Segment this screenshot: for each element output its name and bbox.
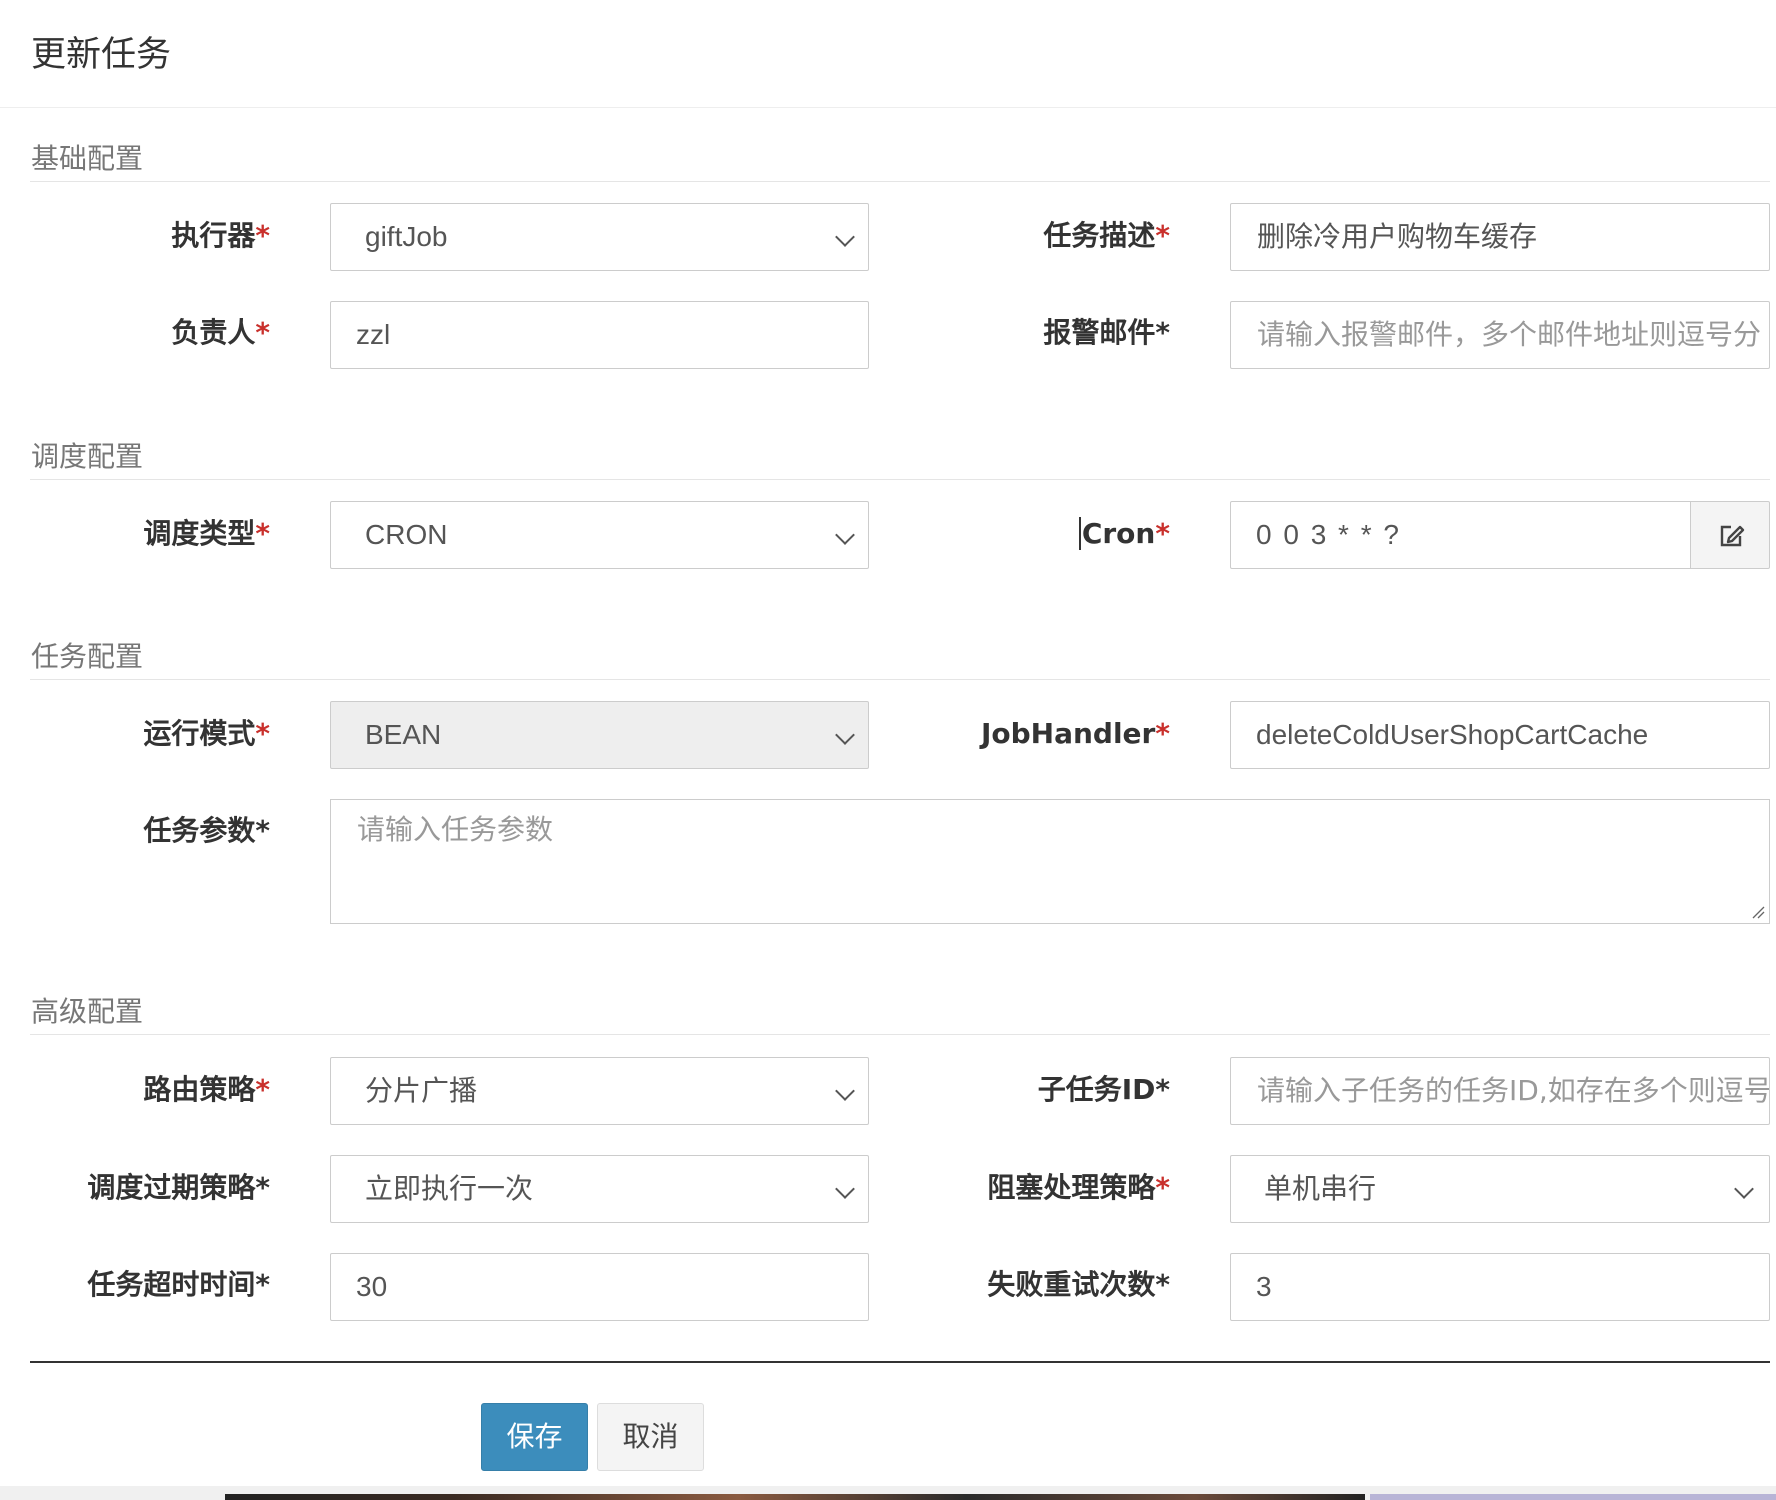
job-handler-value: deleteColdUserShopCartCache <box>1256 719 1649 750</box>
chevron-down-icon <box>835 725 855 745</box>
executor-select[interactable]: giftJob <box>330 203 869 271</box>
chevron-down-icon <box>835 227 855 247</box>
section-title-job: 任务配置 <box>31 640 144 673</box>
route-strategy-select[interactable]: 分片广播 <box>330 1057 869 1125</box>
executor-value: giftJob <box>365 221 448 252</box>
edit-icon <box>1720 525 1745 547</box>
job-desc-input[interactable]: 删除冷用户购物车缓存 <box>1230 203 1770 271</box>
misfire-strategy-label: 调度过期策略* <box>87 1171 270 1204</box>
timeout-label: 任务超时时间* <box>87 1268 270 1301</box>
child-job-id-placeholder: 请输入子任务的任务ID,如存在多个则逗号 <box>1257 1074 1770 1107</box>
chevron-down-icon <box>1734 1179 1754 1199</box>
alarm-email-label: 报警邮件* <box>1043 316 1170 349</box>
schedule-type-label: 调度类型* <box>143 517 270 550</box>
section-divider <box>30 1034 1770 1035</box>
section-title-basic: 基础配置 <box>31 142 144 175</box>
job-param-placeholder: 请输入任务参数 <box>357 813 554 846</box>
job-desc-value: 删除冷用户购物车缓存 <box>1257 220 1538 253</box>
block-strategy-label: 阻塞处理策略* <box>987 1171 1170 1204</box>
chevron-down-icon <box>835 1179 855 1199</box>
job-param-textarea[interactable]: 请输入任务参数 <box>330 799 1770 924</box>
section-divider <box>30 679 1770 680</box>
glue-type-label: 运行模式* <box>143 717 270 750</box>
section-title-advanced: 高级配置 <box>31 995 144 1028</box>
job-param-label: 任务参数* <box>143 814 270 847</box>
executor-label: 执行器* <box>171 219 270 252</box>
job-handler-input[interactable]: deleteColdUserShopCartCache <box>1230 701 1770 769</box>
section-divider <box>30 181 1770 182</box>
misfire-strategy-select[interactable]: 立即执行一次 <box>330 1155 869 1223</box>
background-image-fragment <box>225 1494 1365 1500</box>
cancel-button[interactable]: 取消 <box>597 1403 704 1471</box>
cron-edit-button[interactable] <box>1690 501 1770 569</box>
cron-input[interactable]: 0 0 3 * * ? <box>1230 501 1692 569</box>
timeout-input[interactable]: 30 <box>330 1253 869 1321</box>
fail-retry-label: 失败重试次数* <box>987 1268 1170 1301</box>
schedule-type-select[interactable]: CRON <box>330 501 869 569</box>
fail-retry-value: 3 <box>1256 1271 1272 1302</box>
child-job-id-input[interactable]: 请输入子任务的任务ID,如存在多个则逗号 <box>1230 1057 1770 1125</box>
alarm-email-placeholder: 请输入报警邮件，多个邮件地址则逗号分 <box>1257 318 1762 351</box>
route-strategy-value: 分片广播 <box>365 1074 478 1107</box>
timeout-value: 30 <box>356 1271 388 1302</box>
modal-header: 更新任务 <box>0 0 1776 108</box>
block-strategy-select[interactable]: 单机串行 <box>1230 1155 1770 1223</box>
alarm-email-input[interactable]: 请输入报警邮件，多个邮件地址则逗号分 <box>1230 301 1770 369</box>
resize-handle-icon[interactable] <box>1751 905 1765 919</box>
chevron-down-icon <box>835 525 855 545</box>
job-handler-label: JobHandler* <box>980 717 1170 750</box>
chevron-down-icon <box>835 1081 855 1101</box>
misfire-strategy-value: 立即执行一次 <box>365 1172 534 1205</box>
section-divider <box>30 479 1770 480</box>
background-image-fragment <box>1370 1494 1776 1500</box>
cron-label: Cron* <box>930 517 1170 551</box>
route-strategy-label: 路由策略* <box>143 1073 270 1106</box>
job-desc-label: 任务描述* <box>1043 219 1170 252</box>
modal-title: 更新任务 <box>31 35 172 75</box>
glue-type-select[interactable]: BEAN <box>330 701 869 769</box>
cron-value: 0 0 3 * * ? <box>1256 519 1401 550</box>
save-button[interactable]: 保存 <box>481 1403 588 1471</box>
author-value: zzl <box>356 319 391 350</box>
section-title-schedule: 调度配置 <box>31 440 144 473</box>
form-footer-divider <box>30 1361 1770 1363</box>
author-label: 负责人* <box>171 316 270 349</box>
glue-type-value: BEAN <box>365 719 442 750</box>
child-job-id-label: 子任务ID* <box>1037 1073 1170 1106</box>
fail-retry-input[interactable]: 3 <box>1230 1253 1770 1321</box>
block-strategy-value: 单机串行 <box>1264 1172 1377 1205</box>
schedule-type-value: CRON <box>365 519 448 550</box>
author-input[interactable]: zzl <box>330 301 869 369</box>
